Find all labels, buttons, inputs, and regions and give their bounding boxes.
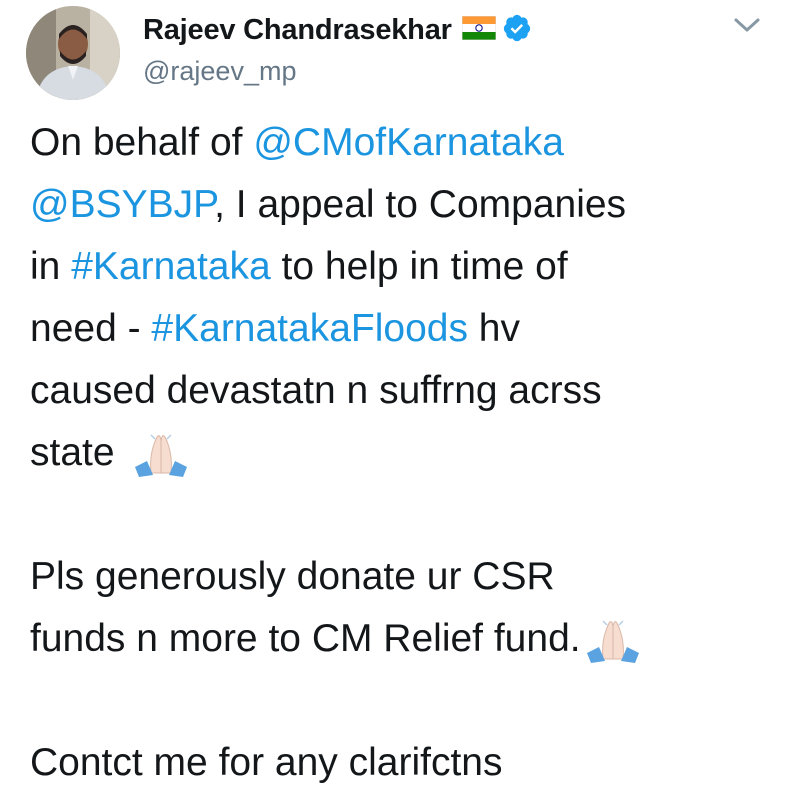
tweet-text: On behalf of @CMofKarnataka @BSYBJP, I a… <box>30 112 790 794</box>
chevron-down-icon <box>734 18 760 32</box>
text-span: Pls generously donate ur CSR <box>30 555 555 598</box>
text-span: in <box>30 245 72 288</box>
tweet-line: need - #KarnatakaFloods hv <box>30 298 790 360</box>
hashtag-link-karnataka[interactable]: #Karnataka <box>71 245 270 288</box>
author-handle[interactable]: @rajeev_mp <box>143 56 296 87</box>
tweet-line: in #Karnataka to help in time of <box>30 236 790 298</box>
tweet-line: funds n more to CM Relief fund. <box>30 608 790 670</box>
avatar-photo-icon <box>26 6 120 100</box>
text-span: Contct me for any clarifctns <box>30 741 503 784</box>
verified-badge-icon <box>502 13 532 48</box>
tweet-menu-button[interactable] <box>730 12 764 38</box>
folded-hands-emoji-icon <box>583 617 643 682</box>
tweet-card: Rajeev Chandrasekhar @rajeev_mp On behal… <box>0 0 800 801</box>
text-span: funds n more to CM Relief fund. <box>30 617 581 660</box>
text-span: caused devastatn n suffrng acrss <box>30 369 602 412</box>
text-span: state <box>30 431 126 474</box>
author-name-row: Rajeev Chandrasekhar <box>143 10 532 50</box>
text-span: On behalf of <box>30 121 254 164</box>
text-span: need - <box>30 307 152 350</box>
hashtag-link-karnatakafloods[interactable]: #KarnatakaFloods <box>151 307 468 350</box>
text-span: hv <box>467 307 520 350</box>
text-span: , I appeal to Companies <box>214 183 627 226</box>
avatar[interactable] <box>26 6 120 100</box>
author-display-name[interactable]: Rajeev Chandrasekhar <box>143 14 452 47</box>
tweet-line: Contct me for any clarifctns <box>30 732 790 794</box>
india-flag-icon <box>461 15 497 45</box>
mention-link-bsybjp[interactable]: @BSYBJP <box>30 183 214 226</box>
mention-link-cmofkarnataka[interactable]: @CMofKarnataka <box>253 121 564 164</box>
tweet-line: On behalf of @CMofKarnataka <box>30 112 790 174</box>
tweet-line: @BSYBJP, I appeal to Companies <box>30 174 790 236</box>
tweet-line: Pls generously donate ur CSR <box>30 546 790 608</box>
tweet-line: caused devastatn n suffrng acrss <box>30 360 790 422</box>
folded-hands-emoji-icon <box>131 431 191 496</box>
text-span: to help in time of <box>270 245 568 288</box>
tweet-line: state <box>30 422 790 484</box>
